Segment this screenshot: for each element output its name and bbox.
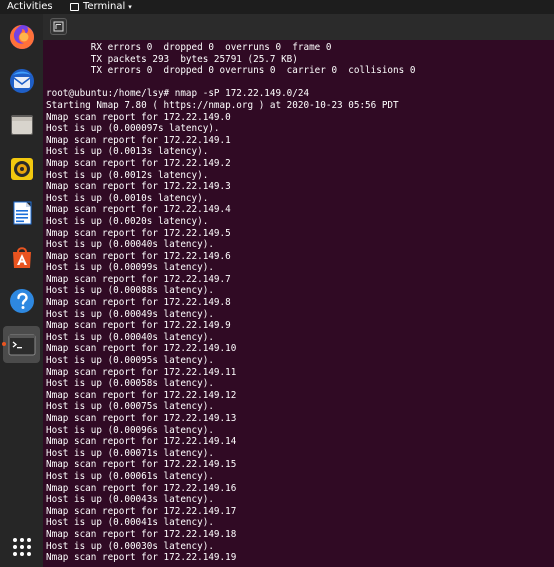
running-indicator	[2, 342, 6, 346]
help-icon	[9, 288, 34, 313]
terminal-line: Nmap scan report for 172.22.149.8	[46, 297, 231, 309]
new-tab-icon	[53, 21, 64, 32]
show-applications-icon	[12, 537, 31, 556]
terminal-line: RX errors 0 dropped 0 overruns 0 frame 0	[46, 42, 332, 53]
dock-item-help[interactable]	[3, 282, 40, 319]
terminal-line: Host is up (0.00058s latency).	[46, 378, 214, 390]
terminal-line: Nmap scan report for 172.22.149.7	[46, 273, 231, 285]
dock-item-files[interactable]	[3, 106, 40, 143]
terminal-icon	[70, 3, 79, 11]
terminal-line: Host is up (0.00096s latency).	[46, 424, 214, 436]
software-center-icon	[12, 246, 31, 268]
terminal-line: Host is up (0.00040s latency).	[46, 239, 214, 251]
terminal-line: TX errors 0 dropped 0 overruns 0 carrier…	[46, 65, 416, 77]
top-bar: Activities Terminal ▾	[0, 0, 554, 14]
terminal-line: Host is up (0.00095s latency).	[46, 355, 214, 367]
app-menu[interactable]: Terminal ▾	[70, 0, 132, 14]
terminal-line: Nmap scan report for 172.22.149.11	[46, 366, 237, 378]
terminal-line: Nmap scan report for 172.22.149.6	[46, 250, 231, 262]
terminal-header-bar	[43, 14, 554, 40]
terminal-line: Host is up (0.0020s latency).	[46, 215, 209, 227]
dock-item-show-applications[interactable]	[3, 528, 40, 565]
terminal-line: Host is up (0.0010s latency).	[46, 192, 209, 204]
terminal-line: Nmap scan report for 172.22.149.0	[46, 111, 231, 123]
terminal-line: Host is up (0.00075s latency).	[46, 401, 214, 413]
terminal-line: Nmap scan report for 172.22.149.9	[46, 320, 231, 332]
terminal-line: Nmap scan report for 172.22.149.2	[46, 157, 231, 169]
terminal-line: Nmap scan report for 172.22.149.10	[46, 343, 237, 355]
rhythmbox-icon	[10, 157, 33, 180]
terminal-line: root@ubuntu:/home/lsy# nmap -sP 172.22.1…	[46, 88, 310, 100]
terminal-line: Nmap scan report for 172.22.149.4	[46, 204, 231, 216]
terminal-line: Nmap scan report for 172.22.149.12	[46, 389, 237, 401]
terminal-line: Nmap scan report for 172.22.149.14	[46, 436, 237, 448]
terminal-line: Host is up (0.0013s latency).	[46, 146, 209, 158]
terminal-line: Nmap scan report for 172.22.149.16	[46, 482, 237, 494]
terminal-line: Host is up (0.00071s latency).	[46, 447, 214, 459]
terminal-line: Nmap scan report for 172.22.149.1	[46, 134, 231, 146]
terminal-line: Host is up (0.00049s latency).	[46, 308, 214, 320]
dock-item-writer[interactable]	[3, 194, 40, 231]
terminal-line: Host is up (0.00043s latency).	[46, 494, 214, 506]
terminal-line: Starting Nmap 7.80 ( https://nmap.org ) …	[46, 99, 399, 111]
terminal-line: Host is up (0.00030s latency).	[46, 540, 214, 552]
terminal-line: Host is up (0.00099s latency).	[46, 262, 214, 274]
terminal-line: Host is up (0.000097s latency).	[46, 123, 220, 135]
terminal-line: TX packets 293 bytes 25791 (25.7 KB)	[46, 53, 298, 65]
firefox-icon	[9, 24, 34, 49]
dock-item-software[interactable]	[3, 238, 40, 275]
dock	[0, 14, 43, 567]
terminal-line: Nmap scan report for 172.22.149.15	[46, 459, 237, 471]
terminal-line: Nmap scan report for 172.22.149.5	[46, 227, 231, 239]
terminal-line: Host is up (0.00040s latency).	[46, 331, 214, 343]
terminal-line: Nmap scan report for 172.22.149.18	[46, 528, 237, 540]
terminal-line: Nmap scan report for 172.22.149.19	[46, 552, 237, 564]
dock-item-rhythmbox[interactable]	[3, 150, 40, 187]
libreoffice-writer-icon	[13, 201, 31, 224]
terminal-line: Host is up (0.00061s latency).	[46, 470, 214, 482]
dock-item-terminal[interactable]	[2, 326, 40, 363]
terminal-line: Nmap scan report for 172.22.149.3	[46, 181, 231, 193]
terminal-line: Host is up (0.00041s latency).	[46, 517, 214, 529]
thunderbird-icon	[9, 68, 34, 93]
terminal-line: Nmap scan report for 172.22.149.13	[46, 413, 237, 424]
dock-item-firefox[interactable]	[3, 18, 40, 55]
dock-item-thunderbird[interactable]	[3, 62, 40, 99]
terminal-window[interactable]: RX errors 0 dropped 0 overruns 0 frame 0…	[43, 14, 554, 567]
terminal-line: Host is up (0.0012s latency).	[46, 169, 209, 181]
terminal-icon	[8, 334, 35, 355]
activities-button[interactable]: Activities	[7, 0, 53, 14]
files-icon	[10, 114, 33, 135]
terminal-line: Host is up (0.00088s latency).	[46, 285, 214, 297]
app-menu-label: Terminal	[83, 1, 126, 12]
terminal-output[interactable]: RX errors 0 dropped 0 overruns 0 frame 0…	[46, 42, 546, 564]
new-tab-button[interactable]	[50, 18, 67, 35]
terminal-line: Nmap scan report for 172.22.149.17	[46, 505, 237, 517]
chevron-down-icon: ▾	[128, 3, 132, 11]
